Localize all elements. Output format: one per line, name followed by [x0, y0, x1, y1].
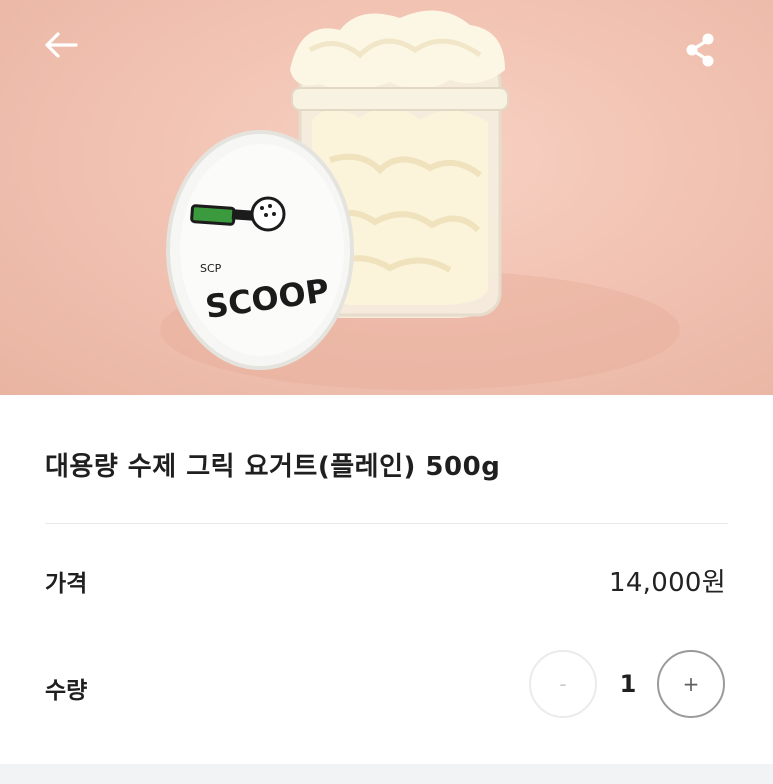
product-hero-image: SCP SCOOP: [0, 0, 773, 395]
bottom-bar: [0, 764, 773, 784]
quantity-decrease-button[interactable]: -: [529, 650, 597, 718]
quantity-label: 수량: [45, 678, 88, 704]
quantity-value: 1: [619, 670, 637, 698]
price-value: 14,000원: [609, 568, 726, 598]
back-button[interactable]: [42, 30, 92, 80]
lid-brand-small-text: SCP: [200, 262, 222, 275]
share-icon: [686, 33, 714, 67]
price-label: 가격: [45, 571, 88, 597]
arrow-left-icon: [45, 32, 78, 58]
share-button[interactable]: [680, 30, 730, 80]
quantity-increase-button[interactable]: +: [657, 650, 725, 718]
product-title: 대용량 수제 그릭 요거트(플레인) 500g: [45, 452, 501, 482]
minus-icon: -: [559, 672, 567, 696]
plus-icon: +: [682, 672, 700, 696]
product-photo: SCP SCOOP: [160, 10, 680, 390]
divider: [45, 523, 728, 524]
